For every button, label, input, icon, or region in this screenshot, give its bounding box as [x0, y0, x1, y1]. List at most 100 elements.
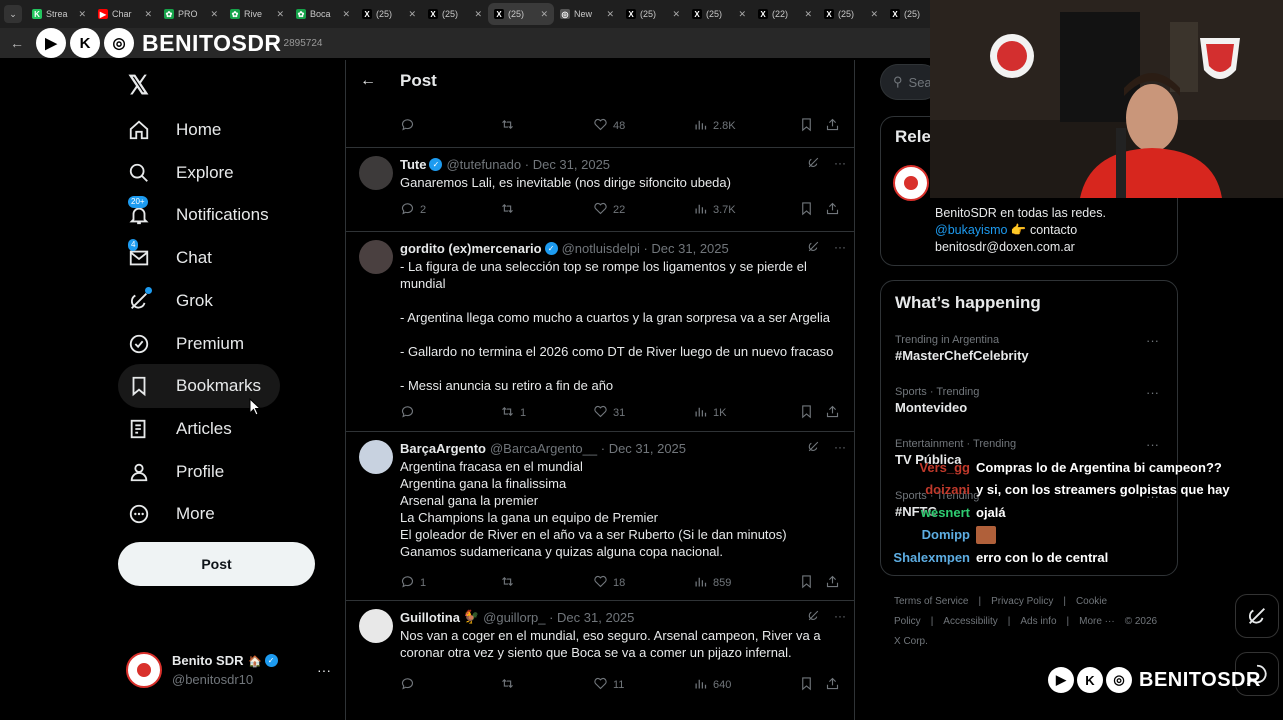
trend-item[interactable]: Trending in Argentina #MasterChefCelebrit… — [895, 333, 1165, 364]
footer-link[interactable]: More ··· — [1079, 616, 1115, 627]
trend-item[interactable]: Sports · Trending Montevideo ··· — [895, 385, 1165, 416]
avatar[interactable] — [359, 609, 393, 643]
like-button[interactable]: 11 — [593, 676, 693, 694]
bookmark-button[interactable] — [799, 574, 825, 592]
retweet-button[interactable] — [500, 574, 593, 592]
avatar[interactable] — [359, 156, 393, 190]
more-dots-icon[interactable]: ··· — [1146, 333, 1159, 348]
author-name[interactable]: BarçaArgento — [400, 441, 486, 456]
reply-button[interactable] — [400, 676, 500, 694]
tab-close-icon[interactable]: ✕ — [540, 9, 548, 20]
author-handle[interactable]: @BarcaArgento__ — [490, 441, 597, 456]
share-button[interactable] — [825, 574, 840, 592]
more-dots-icon[interactable]: ··· — [834, 440, 846, 456]
grok-explain-icon[interactable] — [807, 156, 820, 172]
tab-close-icon[interactable]: ✕ — [474, 9, 482, 20]
bookmark-button[interactable] — [799, 404, 825, 422]
like-button[interactable]: 48 — [593, 117, 693, 135]
tab-close-icon[interactable]: ✕ — [606, 9, 614, 20]
share-button[interactable] — [825, 676, 840, 694]
views-button[interactable]: 1K — [693, 404, 799, 422]
browser-tab[interactable]: X (22) ✕ — [752, 3, 818, 25]
sidebar-item-profile[interactable]: Profile — [118, 450, 280, 494]
more-dots-icon[interactable]: ··· — [834, 240, 846, 256]
reply-button[interactable]: 2 — [400, 201, 500, 219]
browser-tab[interactable]: ▶ Char ✕ — [92, 3, 158, 25]
more-dots-icon[interactable]: ··· — [1146, 385, 1159, 400]
author-handle[interactable]: @notluisdelpi — [562, 241, 640, 256]
like-button[interactable]: 31 — [593, 404, 693, 422]
browser-tab[interactable]: X (25) ✕ — [620, 3, 686, 25]
sidebar-item-more[interactable]: More — [118, 492, 280, 536]
avatar[interactable] — [359, 440, 393, 474]
browser-tab[interactable]: X (25) ✕ — [488, 3, 554, 25]
retweet-button[interactable] — [500, 117, 593, 135]
footer-link[interactable]: Privacy Policy — [991, 596, 1053, 607]
like-button[interactable]: 22 — [593, 201, 693, 219]
browser-tab[interactable]: ◎ New ✕ — [554, 3, 620, 25]
browser-tab[interactable]: X (25) ✕ — [686, 3, 752, 25]
browser-tab[interactable]: K Strea ✕ — [26, 3, 92, 25]
author-name[interactable]: gordito (ex)mercenario — [400, 241, 542, 256]
more-dots-icon[interactable]: ··· — [317, 662, 331, 678]
sidebar-item-grok[interactable]: Grok — [118, 279, 280, 323]
account-switcher[interactable]: Benito SDR 🏠 ✓ @benitosdr10 ··· — [126, 650, 331, 690]
sidebar-item-home[interactable]: Home — [118, 108, 280, 152]
tweet-card[interactable]: BarçaArgento @BarcaArgento__ · Dec 31, 20… — [346, 432, 854, 601]
footer-link[interactable]: Ads info — [1020, 616, 1056, 627]
tweet-card[interactable]: Tute ✓ @tutefunado · Dec 31, 2025 ··· Ganare… — [346, 148, 854, 232]
sidebar-item-explore[interactable]: Explore — [118, 151, 280, 195]
grok-explain-icon[interactable] — [807, 609, 820, 625]
tab-close-icon[interactable]: ✕ — [738, 9, 746, 20]
footer-link[interactable]: Accessibility — [943, 616, 997, 627]
post-button[interactable]: Post — [118, 542, 315, 586]
share-button[interactable] — [825, 117, 840, 135]
bookmark-button[interactable] — [799, 676, 825, 694]
bookmark-button[interactable] — [799, 117, 825, 135]
tab-close-icon[interactable]: ✕ — [342, 9, 350, 20]
retweet-button[interactable] — [500, 676, 593, 694]
footer-link[interactable]: Terms of Service — [894, 596, 968, 607]
browser-tab[interactable]: X (25) ✕ — [818, 3, 884, 25]
views-button[interactable]: 3.7K — [693, 201, 799, 219]
share-button[interactable] — [825, 404, 840, 422]
browser-tab[interactable]: ✿ Rive ✕ — [224, 3, 290, 25]
grok-explain-icon[interactable] — [807, 240, 820, 256]
views-button[interactable]: 859 — [693, 574, 799, 592]
grok-explain-icon[interactable] — [807, 440, 820, 456]
browser-back-icon[interactable]: ← — [10, 35, 30, 51]
tab-close-icon[interactable]: ✕ — [276, 9, 284, 20]
tab-close-icon[interactable]: ✕ — [210, 9, 218, 20]
post-date[interactable]: Dec 31, 2025 — [557, 610, 634, 625]
views-button[interactable]: 2.8K — [693, 117, 799, 135]
post-date[interactable]: Dec 31, 2025 — [609, 441, 686, 456]
reply-button[interactable] — [400, 117, 500, 135]
author-name[interactable]: Tute — [400, 157, 426, 172]
tab-close-icon[interactable]: ✕ — [672, 9, 680, 20]
post-date[interactable]: Dec 31, 2025 — [651, 241, 728, 256]
tweet-card[interactable]: gordito (ex)mercenario ✓ @notluisdelpi · D… — [346, 232, 854, 432]
url-text[interactable]: 2895724 — [284, 38, 323, 49]
bookmark-button[interactable] — [799, 201, 825, 219]
sidebar-item-premium[interactable]: Premium — [118, 322, 280, 366]
browser-tab[interactable]: ✿ Boca ✕ — [290, 3, 356, 25]
more-dots-icon[interactable]: ··· — [834, 609, 846, 625]
back-arrow-icon[interactable]: ← — [360, 72, 376, 90]
more-dots-icon[interactable]: ··· — [834, 156, 846, 172]
browser-tab[interactable]: ✿ PRO ✕ — [158, 3, 224, 25]
views-button[interactable]: 640 — [693, 676, 799, 694]
tab-close-icon[interactable]: ✕ — [408, 9, 416, 20]
sidebar-item-chat[interactable]: 4 Chat — [118, 236, 280, 280]
author-handle[interactable]: @guillorp_ — [483, 610, 545, 625]
browser-tab[interactable]: X (25) ✕ — [356, 3, 422, 25]
post-date[interactable]: Dec 31, 2025 — [533, 157, 610, 172]
reply-button[interactable] — [400, 404, 500, 422]
author-handle[interactable]: @tutefunado — [446, 157, 521, 172]
tab-close-icon[interactable]: ✕ — [870, 9, 878, 20]
tweet-card[interactable]: Guillotina 🐓 @guillorp_ · Dec 31, 2025 ··· N… — [346, 601, 854, 720]
bio-mention-link[interactable]: @bukayismo — [935, 223, 1007, 237]
x-logo-icon[interactable]: 𝕏 — [128, 70, 149, 101]
tab-close-icon[interactable]: ✕ — [144, 9, 152, 20]
retweet-button[interactable] — [500, 201, 593, 219]
sidebar-item-notifications[interactable]: 20+ Notifications — [118, 193, 280, 237]
